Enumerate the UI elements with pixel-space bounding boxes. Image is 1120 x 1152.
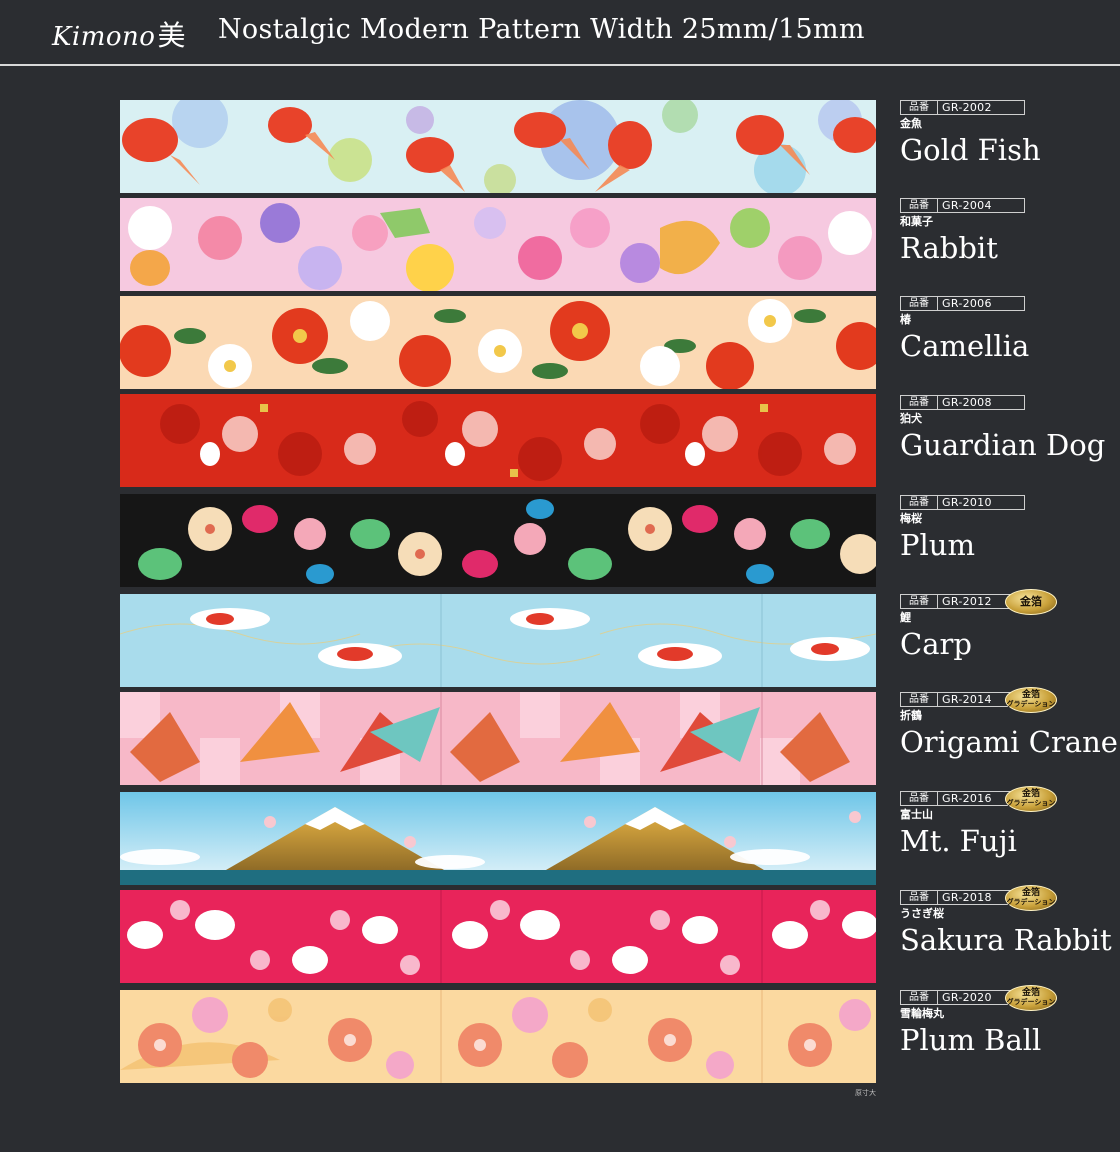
badge-line1: 金箔	[1021, 690, 1040, 700]
badge-line2: グラデーション	[1006, 799, 1056, 807]
header: Kimono美 Nostalgic Modern Pattern Width 2…	[0, 0, 1120, 66]
badge-line2: グラデーション	[1006, 700, 1056, 708]
product-name-en: Gold Fish	[900, 133, 1041, 167]
product-label-plum-ball: 品番 GR-2020 金箔 グラデーション 雪輪梅丸 Plum Ball	[900, 985, 1110, 1058]
sakura-rabbit-pattern	[120, 890, 876, 983]
product-name-jp: 狛犬	[900, 412, 922, 425]
carp-pattern	[120, 594, 876, 687]
product-code-box: 品番 GR-2018 金箔 グラデーション	[900, 885, 1110, 911]
product-name-en: Sakura Rabbit	[900, 923, 1112, 957]
pattern-swatch-gold-fish	[120, 100, 876, 193]
product-code-box: 品番 GR-2008	[900, 395, 1110, 410]
plum-pattern	[120, 494, 876, 587]
product-name-jp: 富士山	[900, 808, 933, 821]
logo-text: Kimono	[52, 22, 156, 52]
product-code-box: 品番 GR-2010	[900, 495, 1110, 510]
product-label-mt-fuji: 品番 GR-2016 金箔 グラデーション 富士山 Mt. Fuji	[900, 786, 1110, 859]
product-name-en: Origami Crane	[900, 725, 1118, 759]
pattern-swatch-guardian-dog	[120, 394, 876, 487]
product-code: GR-2004	[937, 198, 1025, 213]
badge-line2: グラデーション	[1006, 998, 1056, 1006]
pattern-swatch-mt-fuji	[120, 792, 876, 885]
product-name-en: Rabbit	[900, 231, 998, 265]
pattern-swatch-origami-crane	[120, 692, 876, 785]
page-title: Nostalgic Modern Pattern Width 25mm/15mm	[218, 14, 865, 45]
badge-line1: 金箔	[1021, 988, 1040, 998]
product-name-en: Plum Ball	[900, 1023, 1042, 1057]
pattern-swatch-rabbit	[120, 198, 876, 291]
product-code: GR-2002	[937, 100, 1025, 115]
product-name-en: Carp	[900, 627, 972, 661]
product-name-jp: うさぎ桜	[900, 907, 944, 920]
product-name-en: Plum	[900, 528, 975, 562]
camellia-pattern	[120, 296, 876, 389]
product-label-plum: 品番 GR-2010 梅桜 Plum	[900, 495, 1110, 563]
header-divider	[0, 64, 1120, 66]
pattern-swatch-carp	[120, 594, 876, 687]
product-name-jp: 折鶴	[900, 709, 922, 722]
code-prefix: 品番	[900, 495, 937, 510]
product-name-en: Camellia	[900, 329, 1030, 363]
pattern-swatch-plum-ball	[120, 990, 876, 1083]
product-code-box: 品番 GR-2006	[900, 296, 1110, 311]
product-name-jp: 鯉	[900, 611, 911, 624]
code-prefix: 品番	[900, 692, 937, 707]
code-prefix: 品番	[900, 890, 937, 905]
product-code-box: 品番 GR-2004	[900, 198, 1110, 213]
code-prefix: 品番	[900, 395, 937, 410]
product-code-box: 品番 GR-2012 金箔	[900, 589, 1110, 615]
product-name-jp: 雪輪梅丸	[900, 1007, 944, 1020]
code-prefix: 品番	[900, 296, 937, 311]
code-prefix: 品番	[900, 791, 937, 806]
product-code-box: 品番 GR-2002	[900, 100, 1110, 115]
product-label-gold-fish: 品番 GR-2002 金魚 Gold Fish	[900, 100, 1110, 168]
gold-foil-gradation-badge: 金箔 グラデーション	[1005, 885, 1057, 911]
product-code: GR-2006	[937, 296, 1025, 311]
product-name-jp: 椿	[900, 313, 911, 326]
origami-crane-pattern	[120, 692, 876, 785]
badge-line2: グラデーション	[1006, 898, 1056, 906]
mt-fuji-pattern	[120, 792, 876, 885]
actual-size-note: 原寸大	[855, 1089, 876, 1097]
product-code-box: 品番 GR-2014 金箔 グラデーション	[900, 687, 1110, 713]
gold-foil-badge: 金箔	[1005, 589, 1057, 615]
code-prefix: 品番	[900, 594, 937, 609]
pattern-swatch-camellia	[120, 296, 876, 389]
product-label-rabbit: 品番 GR-2004 和菓子 Rabbit	[900, 198, 1110, 266]
gold-foil-gradation-badge: 金箔 グラデーション	[1005, 786, 1057, 812]
gold-foil-gradation-badge: 金箔 グラデーション	[1005, 687, 1057, 713]
product-label-sakura-rabbit: 品番 GR-2018 金箔 グラデーション うさぎ桜 Sakura Rabbit	[900, 885, 1112, 958]
pattern-swatch-sakura-rabbit	[120, 890, 876, 983]
logo-kanji: 美	[157, 19, 186, 52]
product-label-origami-crane: 品番 GR-2014 金箔 グラデーション 折鶴 Origami Crane	[900, 687, 1118, 760]
rabbit-pattern	[120, 198, 876, 291]
product-label-camellia: 品番 GR-2006 椿 Camellia	[900, 296, 1110, 364]
product-code-box: 品番 GR-2016 金箔 グラデーション	[900, 786, 1110, 812]
pattern-swatch-plum	[120, 494, 876, 587]
product-name-en: Mt. Fuji	[900, 824, 1017, 858]
guardian-dog-pattern	[120, 394, 876, 487]
product-code-box: 品番 GR-2020 金箔 グラデーション	[900, 985, 1110, 1011]
product-code: GR-2010	[937, 495, 1025, 510]
product-label-carp: 品番 GR-2012 金箔 鯉 Carp	[900, 589, 1110, 662]
code-prefix: 品番	[900, 198, 937, 213]
code-prefix: 品番	[900, 990, 937, 1005]
product-label-guardian-dog: 品番 GR-2008 狛犬 Guardian Dog	[900, 395, 1110, 463]
product-name-jp: 梅桜	[900, 512, 922, 525]
product-name-en: Guardian Dog	[900, 428, 1106, 462]
plum-ball-pattern	[120, 990, 876, 1083]
product-code: GR-2008	[937, 395, 1025, 410]
badge-line1: 金箔	[1021, 789, 1040, 799]
gold-fish-pattern	[120, 100, 876, 193]
product-name-jp: 和菓子	[900, 215, 933, 228]
product-name-jp: 金魚	[900, 117, 922, 130]
gold-foil-gradation-badge: 金箔 グラデーション	[1005, 985, 1057, 1011]
code-prefix: 品番	[900, 100, 937, 115]
brand-logo: Kimono美	[52, 14, 186, 54]
badge-line1: 金箔	[1021, 888, 1040, 898]
